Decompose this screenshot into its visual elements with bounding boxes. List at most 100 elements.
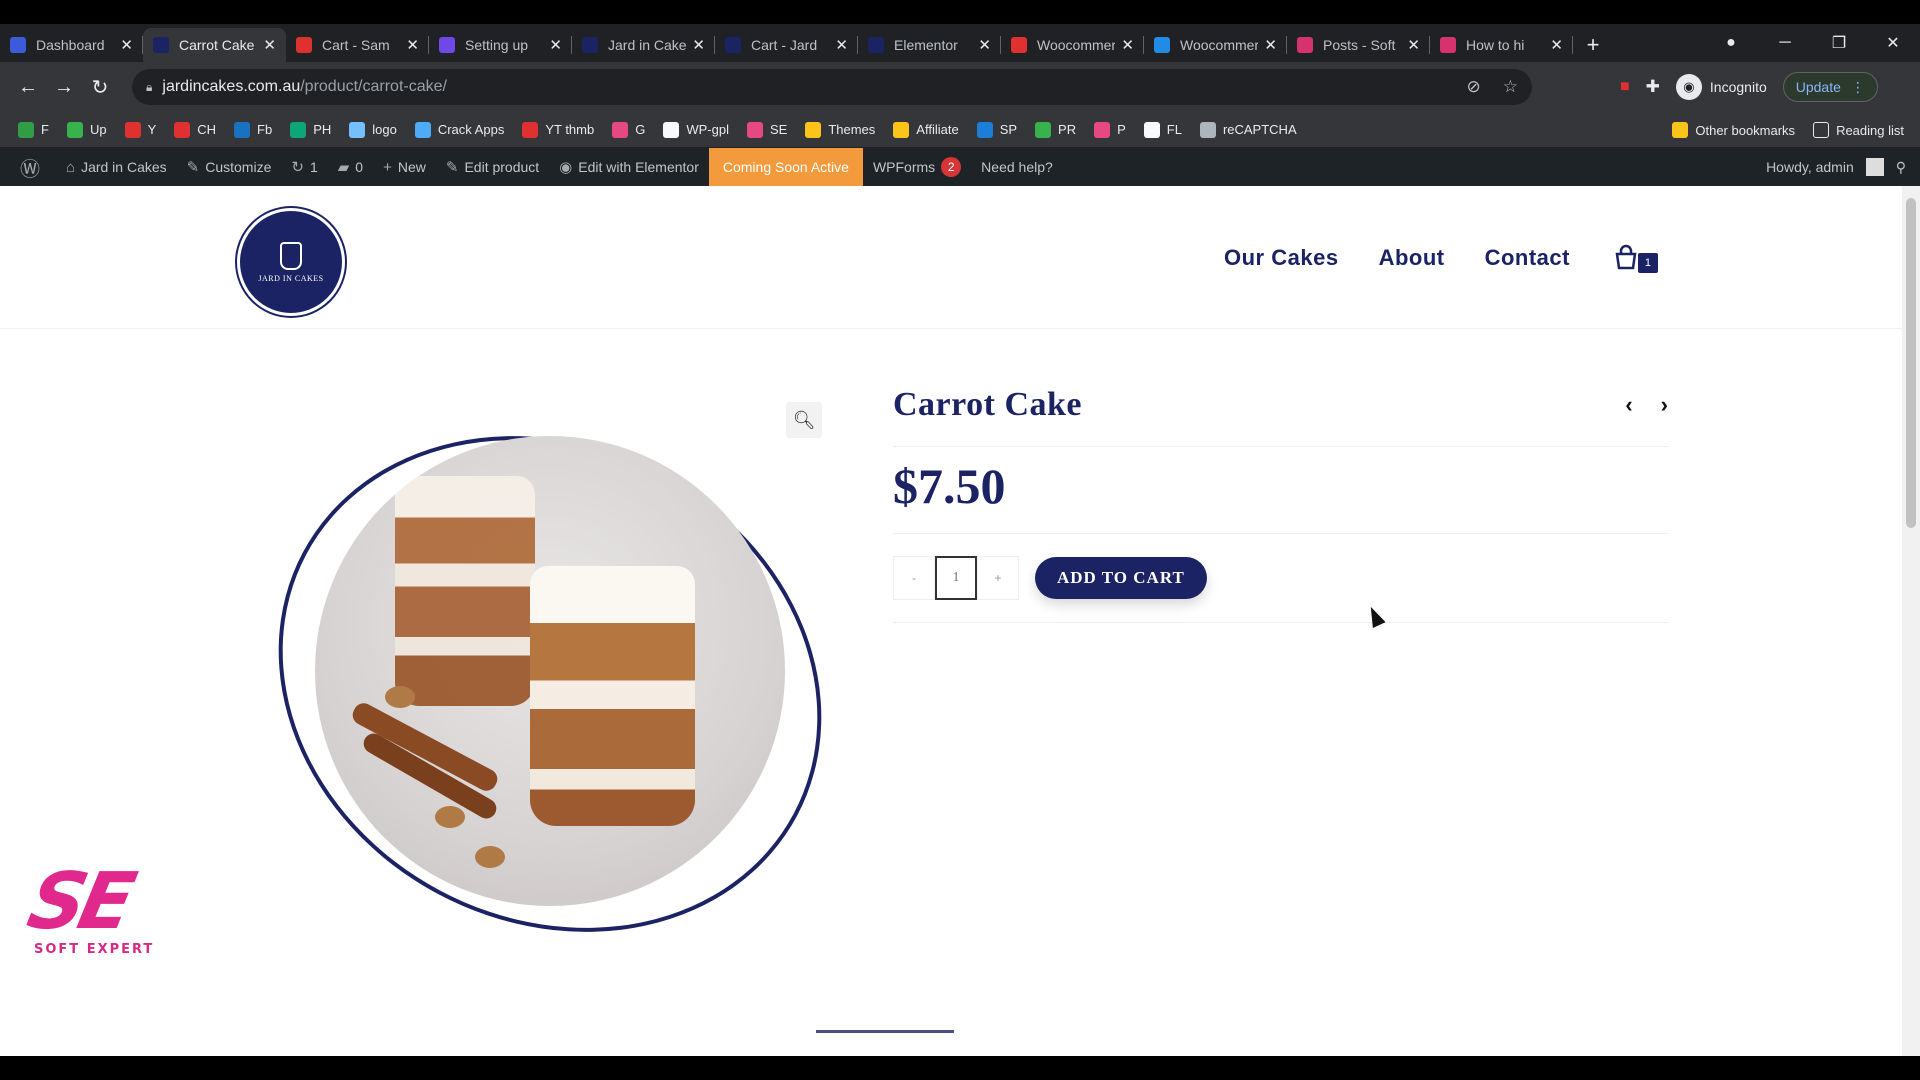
bookmark-item[interactable]: Fb [234, 121, 272, 138]
reload-button[interactable]: ↻ [82, 75, 118, 100]
bookmark-icon [234, 121, 251, 138]
incognito-indicator[interactable]: ◉ Incognito [1675, 74, 1767, 100]
qty-minus-button[interactable]: - [893, 556, 935, 600]
divider [893, 446, 1668, 447]
tab-favicon-icon [582, 37, 598, 53]
add-to-cart-form: - 1 + ADD TO CART [893, 556, 1668, 600]
coming-soon-badge[interactable]: Coming Soon Active [708, 148, 863, 186]
other-bookmarks[interactable]: Other bookmarks [1672, 122, 1795, 138]
site-name-menu[interactable]: ⌂ Jard in Cakes [56, 148, 177, 186]
updates-link[interactable]: ↻ 1 [281, 148, 327, 186]
customize-link[interactable]: ✎ Customize [177, 148, 282, 186]
bookmark-item[interactable]: Y [124, 121, 156, 138]
bookmark-item[interactable]: CH [174, 121, 216, 138]
browser-tab[interactable]: Woocommerce ✕ [1144, 28, 1287, 62]
cart-button[interactable]: 1 [1612, 243, 1658, 273]
cart-count: 1 [1637, 253, 1658, 273]
browser-tab[interactable]: Elementor ✕ [858, 28, 1001, 62]
browser-tab[interactable]: Woocommerce ✕ [1001, 28, 1144, 62]
browser-tab[interactable]: Cart - Jard ✕ [715, 28, 858, 62]
bookmark-item[interactable]: PR [1035, 121, 1077, 138]
nav-our-cakes[interactable]: Our Cakes [1224, 245, 1339, 271]
close-tab-icon[interactable]: ✕ [1407, 36, 1420, 54]
address-bar[interactable]: 🔒︎ jardincakes.com.au /product/carrot-ca… [132, 69, 1532, 105]
close-tab-icon[interactable]: ✕ [1550, 36, 1563, 54]
bookmark-item[interactable]: G [612, 121, 645, 138]
bookmark-item[interactable]: reCAPTCHA [1199, 121, 1297, 138]
bookmark-item[interactable]: SE [746, 121, 787, 138]
bookmark-item[interactable]: logo [349, 121, 397, 138]
update-button[interactable]: Update ⋮ [1782, 72, 1878, 102]
search-icon[interactable]: ⚲ [1896, 159, 1906, 176]
close-tab-icon[interactable]: ✕ [835, 36, 848, 54]
tab-title: Woocommerce [1180, 37, 1259, 53]
browser-tab[interactable]: Setting up ✕ [429, 28, 572, 62]
edit-elementor-link[interactable]: ◉ Edit with Elementor [549, 148, 709, 186]
close-tab-icon[interactable]: ✕ [978, 36, 991, 54]
new-label: New [397, 159, 426, 175]
product-image[interactable] [315, 436, 785, 906]
bookmark-item[interactable]: Themes [805, 121, 875, 138]
forward-button[interactable]: → [46, 76, 82, 99]
close-tab-icon[interactable]: ✕ [1264, 36, 1277, 54]
browser-tab[interactable]: Cart - Sam ✕ [286, 28, 429, 62]
chrome-menu-icon[interactable]: ● [1704, 34, 1758, 52]
bookmarks-bar: F Up Y CH Fb PH logo Crack Apps YT thmb G WP-gpl SE… [0, 112, 1920, 148]
add-to-cart-button[interactable]: ADD TO CART [1035, 557, 1207, 599]
bookmark-label: PR [1058, 122, 1077, 137]
prev-product-icon[interactable]: ‹ [1625, 392, 1632, 418]
extension-icon[interactable]: ■ [1620, 78, 1630, 96]
browser-tab[interactable]: How to hi ✕ [1430, 28, 1573, 62]
close-tab-icon[interactable]: ✕ [120, 36, 133, 54]
nav-about[interactable]: About [1379, 245, 1445, 271]
need-help-link[interactable]: Need help? [971, 148, 1063, 186]
incognito-label: Incognito [1709, 79, 1767, 95]
browser-tab[interactable]: Posts - Soft ✕ [1287, 28, 1430, 62]
close-tab-icon[interactable]: ✕ [263, 36, 276, 54]
tab-list: Dashboard ✕ Carrot Cake ✕ Cart - Sam ✕ Setting… [0, 24, 1573, 62]
bookmark-item[interactable]: Crack Apps [414, 121, 504, 138]
tab-title: Cart - Sam [322, 37, 390, 53]
browser-tab[interactable]: Jard in Cake ✕ [572, 28, 715, 62]
restore-button[interactable]: ❐ [1812, 33, 1866, 53]
browser-tab[interactable]: Dashboard ✕ [0, 28, 143, 62]
bookmark-item[interactable]: Up [66, 121, 107, 138]
reading-list[interactable]: Reading list [1813, 122, 1904, 138]
back-button[interactable]: ← [10, 76, 46, 99]
new-tab-button[interactable]: + [1573, 28, 1613, 62]
nav-contact[interactable]: Contact [1485, 245, 1570, 271]
close-tab-icon[interactable]: ✕ [406, 36, 419, 54]
bookmark-item[interactable]: SP [976, 121, 1017, 138]
page-scrollbar[interactable] [1902, 186, 1920, 1056]
zoom-icon[interactable]: 🔍︎ [786, 402, 822, 438]
bookmark-item[interactable]: YT thmb [522, 121, 594, 138]
eye-off-icon[interactable]: ⊘ [1467, 77, 1481, 97]
close-tab-icon[interactable]: ✕ [692, 36, 705, 54]
bookmark-item[interactable]: Affiliate [893, 121, 959, 138]
scrollbar-thumb[interactable] [1906, 198, 1916, 528]
bookmark-item[interactable]: WP-gpl [663, 121, 729, 138]
avatar[interactable] [1865, 158, 1884, 176]
puzzle-icon[interactable]: ✚ [1646, 77, 1660, 97]
close-window-button[interactable]: ✕ [1866, 33, 1920, 53]
edit-product-link[interactable]: ✎ Edit product [436, 148, 549, 186]
bookmark-item[interactable]: F [18, 121, 49, 138]
bookmark-item[interactable]: P [1094, 121, 1126, 138]
qty-plus-button[interactable]: + [977, 556, 1019, 600]
new-content-menu[interactable]: + New [373, 148, 436, 186]
howdy-label[interactable]: Howdy, admin [1766, 159, 1854, 175]
bookmark-item[interactable]: FL [1143, 121, 1182, 138]
close-tab-icon[interactable]: ✕ [549, 36, 562, 54]
minimize-button[interactable]: ─ [1758, 34, 1812, 52]
browser-tab[interactable]: Carrot Cake ✕ [143, 28, 286, 62]
close-tab-icon[interactable]: ✕ [1121, 36, 1134, 54]
next-product-icon[interactable]: › [1661, 392, 1668, 418]
product-summary: Carrot Cake ‹ › $7.50 - 1 + ADD TO CART [893, 386, 1668, 623]
wp-logo-menu[interactable]: Ⓦ [10, 148, 56, 186]
wpforms-menu[interactable]: WPForms 2 [863, 148, 971, 186]
bookmark-item[interactable]: PH [290, 121, 331, 138]
comments-link[interactable]: ▰ 0 [328, 148, 373, 186]
star-icon[interactable]: ☆ [1503, 77, 1518, 97]
quantity-input[interactable]: 1 [935, 556, 977, 600]
site-logo[interactable]: JARD IN CAKES [237, 208, 345, 316]
